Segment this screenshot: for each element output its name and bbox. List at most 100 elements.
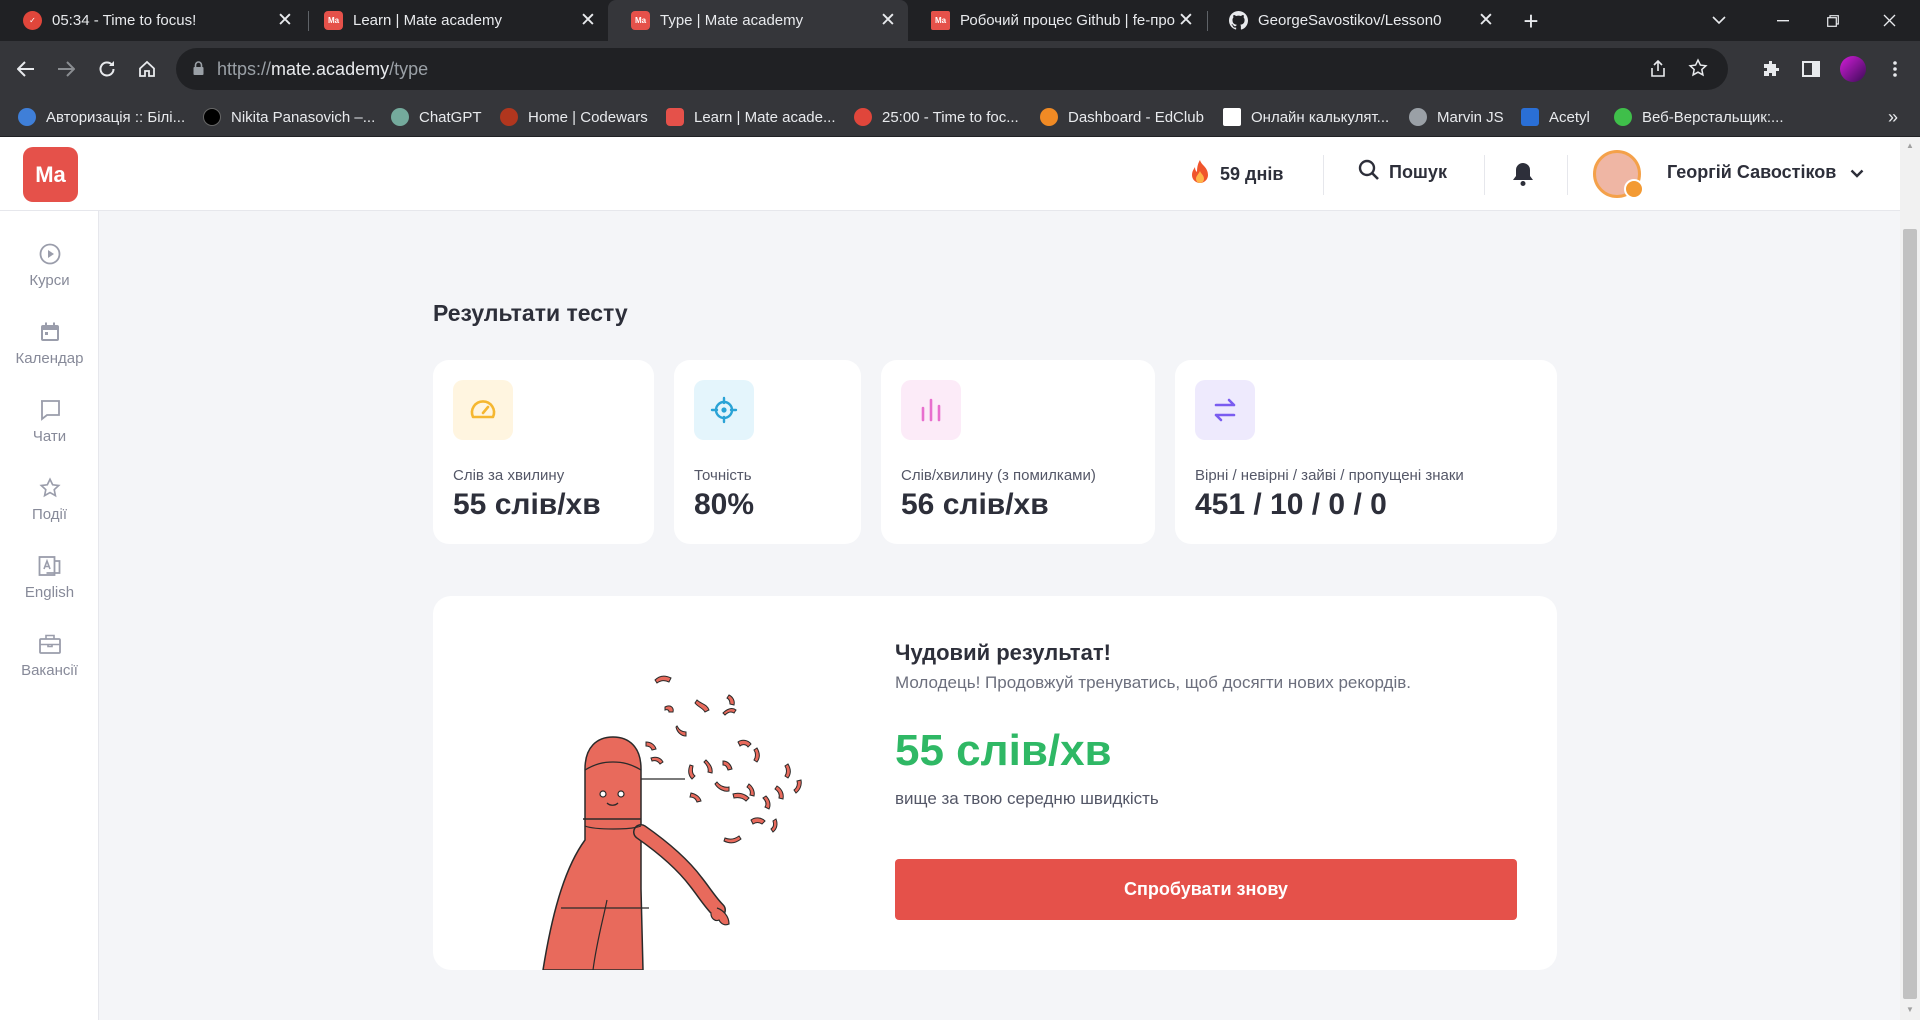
english-icon bbox=[38, 553, 62, 579]
close-tab-icon[interactable]: ✕ bbox=[1176, 10, 1196, 31]
rocket-icon bbox=[1614, 108, 1632, 126]
chrome-menu-icon[interactable] bbox=[1877, 51, 1913, 87]
scroll-down-icon[interactable]: ▼ bbox=[1905, 1005, 1915, 1014]
header-divider bbox=[1323, 155, 1324, 195]
browser-tab-pomodoro[interactable]: ✓ 05:34 - Time to focus! ✕ bbox=[0, 0, 305, 41]
search-button[interactable]: Пошук bbox=[1358, 159, 1447, 186]
bookmark-label: ChatGPT bbox=[419, 108, 482, 126]
user-avatar[interactable] bbox=[1593, 150, 1644, 199]
header-divider bbox=[1567, 155, 1568, 195]
browser-tab-github-repo[interactable]: GeorgeSavostikov/Lesson0 ✕ bbox=[1206, 0, 1506, 41]
bookmark-item[interactable]: Dashboard - EdClub bbox=[1040, 97, 1204, 137]
close-tab-icon[interactable]: ✕ bbox=[578, 10, 598, 31]
back-button[interactable] bbox=[8, 51, 44, 87]
sidebar-item-english[interactable]: English bbox=[0, 553, 99, 601]
bookmark-item[interactable]: Learn | Mate acade... bbox=[666, 97, 835, 137]
tab-title: GeorgeSavostikov/Lesson0 bbox=[1258, 12, 1442, 29]
user-menu[interactable]: Георгій Савостіков bbox=[1667, 162, 1864, 183]
bookmark-item[interactable]: ChatGPT bbox=[391, 97, 482, 137]
header-divider bbox=[1484, 155, 1485, 195]
stat-card-characters: Вірні / невірні / зайві / пропущені знак… bbox=[1175, 360, 1557, 544]
extensions-icon[interactable] bbox=[1753, 51, 1789, 87]
bookmark-label: Dashboard - EdClub bbox=[1068, 108, 1204, 126]
url-path: /type bbox=[389, 59, 429, 79]
close-window-icon[interactable] bbox=[1866, 0, 1912, 41]
sidebar-item-chats[interactable]: Чати bbox=[0, 397, 99, 445]
result-speed: 55 слів/хв bbox=[895, 726, 1112, 775]
streak-counter[interactable]: 59 днів bbox=[1189, 159, 1283, 190]
sidebar-item-label: Події bbox=[31, 506, 68, 523]
close-tab-icon[interactable]: ✕ bbox=[1476, 10, 1496, 31]
bookmark-item[interactable]: Авторизація :: Білі... bbox=[18, 97, 185, 137]
celebration-illustration bbox=[433, 596, 883, 970]
bookmark-item[interactable]: 25:00 - Time to foc... bbox=[854, 97, 1019, 137]
bookmark-label: Веб-Верстальщик:... bbox=[1642, 108, 1784, 126]
bookmark-label: 25:00 - Time to foc... bbox=[882, 108, 1019, 126]
notifications-bell-icon[interactable] bbox=[1512, 161, 1534, 192]
url-host: mate.academy bbox=[271, 59, 390, 79]
mate-logo[interactable]: Ma bbox=[23, 147, 78, 202]
bookmark-star-icon[interactable] bbox=[1688, 58, 1708, 83]
acetyl-icon bbox=[1521, 108, 1539, 126]
bookmark-item[interactable]: Home | Codewars bbox=[500, 97, 648, 137]
try-again-button[interactable]: Спробувати знову bbox=[895, 859, 1517, 920]
mate-icon: Ma bbox=[631, 11, 650, 30]
home-button[interactable] bbox=[129, 51, 165, 87]
tab-title: Learn | Mate academy bbox=[353, 12, 502, 29]
bookmark-label: Авторизація :: Білі... bbox=[46, 108, 186, 126]
reload-button[interactable] bbox=[89, 51, 125, 87]
browser-tab-github-workflow[interactable]: Ma Робочий процес Github | fe-про ✕ bbox=[908, 0, 1206, 41]
bookmark-label: Nikita Panasovich –... bbox=[231, 108, 376, 126]
calendar-icon bbox=[40, 319, 60, 345]
bookmark-item[interactable]: Acetyl bbox=[1521, 97, 1590, 137]
briefcase-icon bbox=[38, 631, 61, 657]
bookmark-item[interactable]: Marvin JS bbox=[1409, 97, 1504, 137]
bookmark-item[interactable]: Nikita Panasovich –... bbox=[203, 97, 375, 137]
sidebar-item-label: Вакансії bbox=[21, 662, 78, 679]
edclub-icon bbox=[1040, 108, 1058, 126]
bookmark-item[interactable]: Веб-Верстальщик:... bbox=[1614, 97, 1784, 137]
speedometer-icon bbox=[453, 380, 513, 440]
forward-button[interactable] bbox=[48, 51, 84, 87]
level-badge bbox=[1624, 179, 1644, 199]
url-text: https://mate.academy/type bbox=[217, 59, 428, 80]
bookmark-item[interactable]: Онлайн калькулят... bbox=[1223, 97, 1389, 137]
more-bookmarks-button[interactable]: » bbox=[1888, 97, 1898, 137]
stat-value: 55 слів/хв bbox=[453, 488, 601, 521]
close-tab-icon[interactable]: ✕ bbox=[878, 10, 898, 31]
browser-tab-learn[interactable]: Ma Learn | Mate academy ✕ bbox=[301, 0, 608, 41]
pomodoro-icon bbox=[854, 108, 872, 126]
scrollbar-thumb[interactable] bbox=[1903, 229, 1917, 999]
close-tab-icon[interactable]: ✕ bbox=[275, 10, 295, 31]
restore-window-icon[interactable] bbox=[1810, 0, 1856, 41]
address-bar[interactable]: https://mate.academy/type bbox=[176, 48, 1728, 90]
minimize-window-icon[interactable] bbox=[1760, 0, 1806, 41]
stat-label: Вірні / невірні / зайві / пропущені знак… bbox=[1195, 467, 1464, 484]
codewars-icon bbox=[500, 108, 518, 126]
sidebar-item-label: Курси bbox=[29, 272, 70, 289]
share-icon[interactable] bbox=[1648, 59, 1668, 84]
pomodoro-icon: ✓ bbox=[23, 11, 42, 30]
page: Ma 59 днів Пошук Георгій Савостіков Курс… bbox=[0, 137, 1920, 1020]
browser-tab-type[interactable]: Ma Type | Mate academy ✕ bbox=[608, 0, 908, 41]
page-title: Результати тесту bbox=[433, 300, 628, 326]
stat-card-wpm: Слів за хвилину 55 слів/хв bbox=[433, 360, 654, 544]
profile-avatar-icon[interactable] bbox=[1835, 51, 1871, 87]
tab-search-icon[interactable] bbox=[1696, 0, 1742, 41]
new-tab-button[interactable]: + bbox=[1518, 8, 1544, 34]
sidebar-item-vacancies[interactable]: Вакансії bbox=[0, 631, 99, 679]
sidebar-item-label: English bbox=[24, 584, 75, 601]
sidebar-item-courses[interactable]: Курси bbox=[0, 241, 99, 289]
scroll-up-icon[interactable]: ▲ bbox=[1905, 141, 1915, 150]
sidebar-item-calendar[interactable]: Календар bbox=[0, 319, 99, 367]
browser-tabstrip: ✓ 05:34 - Time to focus! ✕ Ma Learn | Ma… bbox=[0, 0, 1920, 41]
medium-icon bbox=[203, 108, 221, 126]
stat-value: 56 слів/хв bbox=[901, 488, 1049, 521]
star-icon bbox=[38, 475, 61, 501]
result-summary-card: Чудовий результат! Молодець! Продовжуй т… bbox=[433, 596, 1557, 970]
side-panel-icon[interactable] bbox=[1793, 51, 1829, 87]
sidebar-item-events[interactable]: Події bbox=[0, 475, 99, 523]
bar-chart-icon bbox=[901, 380, 961, 440]
page-scrollbar[interactable]: ▲ ▼ bbox=[1900, 137, 1920, 1020]
stat-label: Точність bbox=[694, 467, 752, 484]
